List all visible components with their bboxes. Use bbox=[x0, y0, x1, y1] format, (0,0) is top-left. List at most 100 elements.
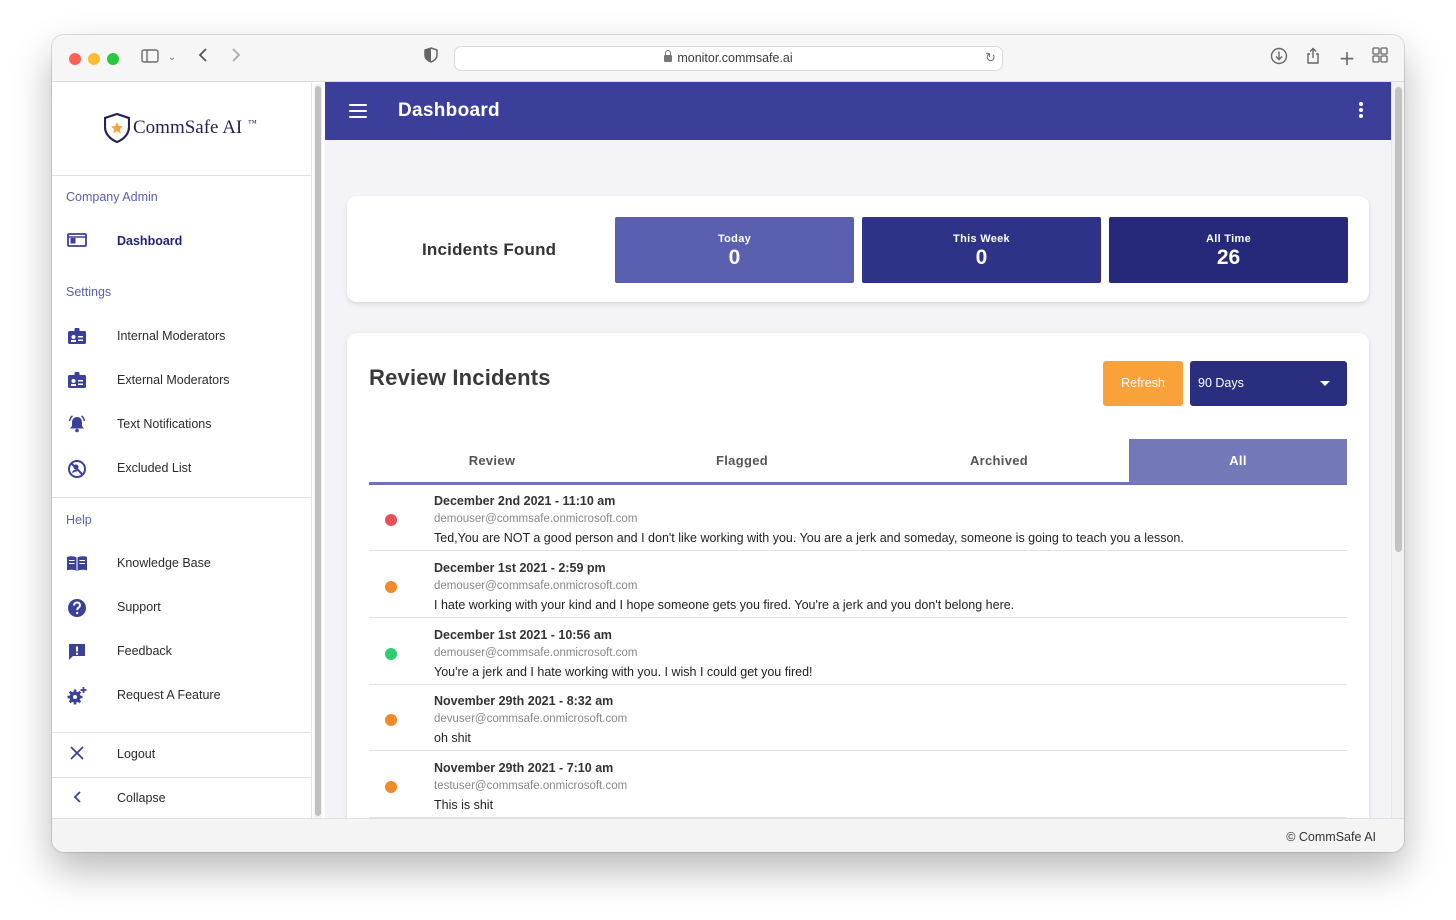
incident-date: December 2nd 2021 - 11:10 am bbox=[434, 494, 616, 508]
main-scrollbar[interactable] bbox=[1391, 82, 1404, 818]
sidebar-item-request-feature[interactable]: Request A Feature bbox=[52, 676, 311, 716]
incident-email: demouser@commsafe.onmicrosoft.com bbox=[434, 580, 638, 592]
id-badge-icon bbox=[66, 327, 88, 347]
blocked-user-icon bbox=[66, 459, 88, 479]
stat-this-week[interactable]: This Week 0 bbox=[862, 217, 1101, 283]
sidebar-toggle-icon[interactable] bbox=[140, 47, 160, 69]
incident-message: Ted,You are NOT a good person and I don'… bbox=[434, 531, 1184, 545]
stat-value: 0 bbox=[728, 246, 741, 269]
incident-date: November 29th 2021 - 8:32 am bbox=[434, 694, 614, 708]
incident-row[interactable]: December 1st 2021 - 2:59 pm demouser@com… bbox=[369, 552, 1347, 618]
tab-archived[interactable]: Archived bbox=[869, 439, 1129, 483]
tab-flagged[interactable]: Flagged bbox=[615, 439, 869, 483]
sidebar-scrollbar-thumb[interactable] bbox=[315, 86, 321, 816]
sidebar-item-support[interactable]: Support bbox=[52, 588, 311, 628]
gear-plus-icon bbox=[66, 686, 88, 706]
tab-overview-icon[interactable] bbox=[1370, 47, 1390, 69]
feedback-icon bbox=[66, 642, 88, 662]
sidebar-item-label: Request A Feature bbox=[117, 688, 221, 702]
review-incidents-title: Review Incidents bbox=[369, 365, 551, 390]
stat-value: 0 bbox=[975, 246, 988, 269]
refresh-button[interactable]: Refresh bbox=[1103, 361, 1183, 406]
incident-date: December 1st 2021 - 10:56 am bbox=[434, 628, 612, 642]
sidebar-item-logout[interactable]: Logout bbox=[52, 735, 311, 775]
chevron-down-icon[interactable]: ⌄ bbox=[166, 47, 178, 69]
sidebar-item-feedback[interactable]: Feedback bbox=[52, 632, 311, 672]
more-vertical-icon[interactable] bbox=[1359, 102, 1363, 120]
sidebar-item-label: Collapse bbox=[117, 791, 166, 805]
hamburger-menu-icon[interactable] bbox=[349, 104, 367, 118]
sidebar-item-label: Dashboard bbox=[117, 234, 183, 248]
sidebar-item-label: External Moderators bbox=[117, 373, 230, 387]
incidents-found-title: Incidents Found bbox=[422, 240, 557, 259]
sidebar-item-label: Knowledge Base bbox=[117, 556, 211, 570]
download-icon[interactable] bbox=[1269, 47, 1289, 69]
sidebar-item-internal-moderators[interactable]: Internal Moderators bbox=[52, 317, 311, 357]
privacy-shield-icon[interactable] bbox=[423, 47, 439, 69]
incident-message: I hate working with your kind and I hope… bbox=[434, 598, 1015, 612]
incident-message: oh shit bbox=[434, 731, 471, 745]
back-icon[interactable] bbox=[195, 47, 211, 69]
stat-label: All Time bbox=[1206, 233, 1251, 245]
reload-icon[interactable]: ↻ bbox=[985, 47, 996, 70]
brand-name: CommSafe AI bbox=[133, 117, 243, 138]
tab-review[interactable]: Review bbox=[369, 439, 615, 483]
incident-message: You're a jerk and I hate working with yo… bbox=[434, 665, 813, 679]
tab-all[interactable]: All bbox=[1129, 439, 1347, 483]
incident-email: devuser@commsafe.onmicrosoft.com bbox=[434, 713, 628, 725]
book-icon bbox=[66, 554, 88, 574]
zoom-window-button[interactable] bbox=[107, 53, 119, 65]
incident-message: This is shit bbox=[434, 798, 494, 812]
url-text: monitor.commsafe.ai bbox=[677, 51, 793, 65]
shield-logo-icon bbox=[104, 113, 130, 143]
dashboard-icon bbox=[66, 232, 88, 252]
caret-down-icon bbox=[1320, 381, 1330, 386]
browser-window: ⌄ monitor.commsafe.ai ↻ + CommSafe AI ™ … bbox=[52, 35, 1404, 852]
minimize-window-button[interactable] bbox=[88, 53, 100, 65]
stat-label: Today bbox=[717, 233, 752, 245]
date-range-value: 90 Days bbox=[1198, 376, 1244, 390]
incident-row[interactable]: December 1st 2021 - 10:56 am demouser@co… bbox=[369, 619, 1347, 685]
forward-icon[interactable] bbox=[228, 47, 244, 69]
incident-date: November 29th 2021 - 7:10 am bbox=[434, 761, 614, 775]
section-help: Help bbox=[66, 513, 92, 527]
review-incidents-card: Review Incidents Refresh 90 Days Review … bbox=[347, 333, 1369, 833]
close-window-button[interactable] bbox=[69, 53, 81, 65]
sidebar-item-label: Logout bbox=[117, 747, 156, 761]
stat-today[interactable]: Today 0 bbox=[615, 217, 854, 283]
sidebar-item-external-moderators[interactable]: External Moderators bbox=[52, 361, 311, 401]
close-x-icon bbox=[66, 745, 88, 765]
sidebar-item-dashboard[interactable]: Dashboard bbox=[52, 222, 311, 262]
sidebar-item-excluded-list[interactable]: Excluded List bbox=[52, 449, 311, 489]
sidebar-divider bbox=[52, 497, 311, 498]
sidebar-item-text-notifications[interactable]: Text Notifications bbox=[52, 405, 311, 445]
sidebar-item-label: Support bbox=[117, 600, 161, 614]
severity-dot bbox=[385, 514, 397, 526]
lock-icon bbox=[664, 50, 673, 62]
sidebar-divider bbox=[52, 732, 311, 733]
share-icon[interactable] bbox=[1303, 47, 1323, 69]
stat-all-time[interactable]: All Time 26 bbox=[1109, 217, 1348, 283]
sidebar-item-knowledge-base[interactable]: Knowledge Base bbox=[52, 544, 311, 584]
main-scrollbar-thumb[interactable] bbox=[1395, 87, 1402, 552]
severity-dot bbox=[385, 781, 397, 793]
incident-email: testuser@commsafe.onmicrosoft.com bbox=[434, 780, 628, 792]
main-content: Dashboard Incidents Found Today 0 This W… bbox=[325, 82, 1391, 833]
incident-email: demouser@commsafe.onmicrosoft.com bbox=[434, 513, 638, 525]
sidebar-item-label: Internal Moderators bbox=[117, 329, 226, 343]
page-footer: © CommSafe AI bbox=[52, 818, 1404, 852]
sidebar-item-label: Feedback bbox=[117, 644, 172, 658]
incident-row[interactable]: November 29th 2021 - 8:32 am devuser@com… bbox=[369, 685, 1347, 751]
date-range-select[interactable]: 90 Days bbox=[1190, 361, 1347, 406]
bell-ring-icon bbox=[66, 415, 88, 435]
incident-date: December 1st 2021 - 2:59 pm bbox=[434, 561, 606, 575]
logo[interactable]: CommSafe AI ™ bbox=[52, 82, 312, 176]
new-tab-icon[interactable]: + bbox=[1337, 47, 1357, 69]
sidebar-item-collapse[interactable]: Collapse bbox=[52, 779, 311, 819]
app-header: Dashboard bbox=[325, 82, 1391, 140]
address-bar[interactable]: monitor.commsafe.ai ↻ bbox=[454, 46, 1003, 71]
incident-row[interactable]: November 29th 2021 - 7:10 am testuser@co… bbox=[369, 752, 1347, 818]
incident-row[interactable]: December 2nd 2021 - 11:10 am demouser@co… bbox=[369, 485, 1347, 551]
section-settings: Settings bbox=[66, 285, 112, 299]
sidebar-scrollbar[interactable] bbox=[314, 84, 322, 818]
